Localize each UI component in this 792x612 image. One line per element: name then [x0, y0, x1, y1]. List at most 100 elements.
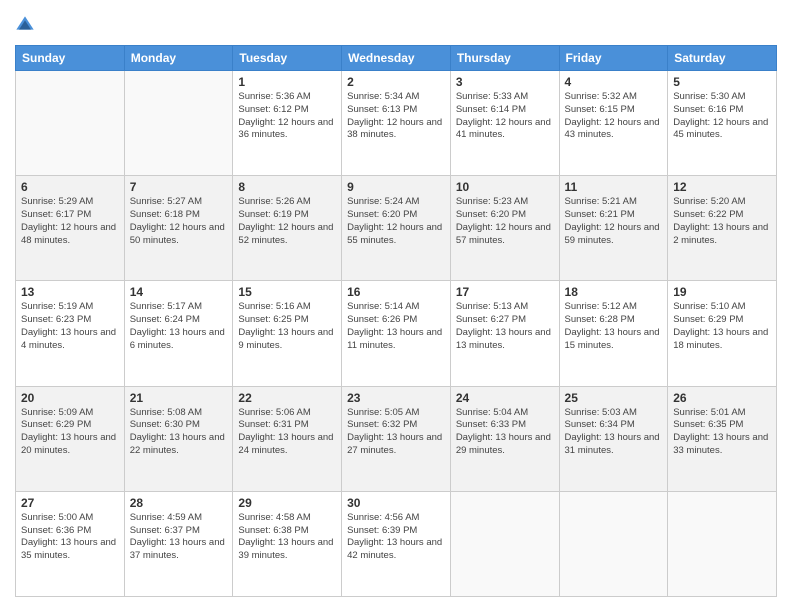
calendar-cell	[124, 71, 233, 176]
day-info: Sunrise: 5:36 AM Sunset: 6:12 PM Dayligh…	[238, 91, 336, 142]
day-info: Sunrise: 5:19 AM Sunset: 6:23 PM Dayligh…	[21, 301, 119, 352]
day-number: 22	[238, 391, 336, 405]
calendar-cell: 14Sunrise: 5:17 AM Sunset: 6:24 PM Dayli…	[124, 281, 233, 386]
day-number: 21	[130, 391, 228, 405]
day-info: Sunrise: 5:30 AM Sunset: 6:16 PM Dayligh…	[673, 91, 771, 142]
day-info: Sunrise: 5:14 AM Sunset: 6:26 PM Dayligh…	[347, 301, 445, 352]
day-info: Sunrise: 5:12 AM Sunset: 6:28 PM Dayligh…	[565, 301, 663, 352]
calendar-cell: 5Sunrise: 5:30 AM Sunset: 6:16 PM Daylig…	[668, 71, 777, 176]
calendar-week-row: 27Sunrise: 5:00 AM Sunset: 6:36 PM Dayli…	[16, 491, 777, 596]
day-number: 12	[673, 180, 771, 194]
calendar-cell: 6 Sunrise: 5:29 AM Sunset: 6:17 PM Daylig…	[16, 176, 125, 281]
column-header-saturday: Saturday	[668, 46, 777, 71]
day-info: Sunrise: 5:17 AM Sunset: 6:24 PM Dayligh…	[130, 301, 228, 352]
day-number: 28	[130, 496, 228, 510]
page: SundayMondayTuesdayWednesdayThursdayFrid…	[0, 0, 792, 612]
day-info: Sunrise: 4:58 AM Sunset: 6:38 PM Dayligh…	[238, 512, 336, 563]
header	[15, 15, 777, 35]
calendar-cell: 25 Sunrise: 5:03 AM Sunset: 6:34 PM Dayli…	[559, 386, 668, 491]
calendar-week-row: 6 Sunrise: 5:29 AM Sunset: 6:17 PM Daylig…	[16, 176, 777, 281]
calendar-cell: 23 Sunrise: 5:05 AM Sunset: 6:32 PM Dayli…	[342, 386, 451, 491]
calendar-cell: 27Sunrise: 5:00 AM Sunset: 6:36 PM Dayli…	[16, 491, 125, 596]
day-number: 24	[456, 391, 554, 405]
day-info: Sunrise: 5:08 AM Sunset: 6:30 PM Dayligh…	[130, 407, 228, 458]
day-info: Sunrise: 5:04 AM Sunset: 6:33 PM Dayligh…	[456, 407, 554, 458]
calendar-cell: 11 Sunrise: 5:21 AM Sunset: 6:21 PM Dayli…	[559, 176, 668, 281]
calendar-cell: 20 Sunrise: 5:09 AM Sunset: 6:29 PM Dayli…	[16, 386, 125, 491]
day-info: Sunrise: 4:56 AM Sunset: 6:39 PM Dayligh…	[347, 512, 445, 563]
column-header-sunday: Sunday	[16, 46, 125, 71]
calendar-cell: 29Sunrise: 4:58 AM Sunset: 6:38 PM Dayli…	[233, 491, 342, 596]
day-number: 10	[456, 180, 554, 194]
day-number: 4	[565, 75, 663, 89]
day-info: Sunrise: 5:03 AM Sunset: 6:34 PM Dayligh…	[565, 407, 663, 458]
calendar-table: SundayMondayTuesdayWednesdayThursdayFrid…	[15, 45, 777, 597]
day-number: 3	[456, 75, 554, 89]
day-info: Sunrise: 5:33 AM Sunset: 6:14 PM Dayligh…	[456, 91, 554, 142]
calendar-cell	[16, 71, 125, 176]
day-number: 8	[238, 180, 336, 194]
calendar-cell: 13 Sunrise: 5:19 AM Sunset: 6:23 PM Dayli…	[16, 281, 125, 386]
calendar-week-row: 1 Sunrise: 5:36 AM Sunset: 6:12 PM Daylig…	[16, 71, 777, 176]
day-number: 1	[238, 75, 336, 89]
day-number: 25	[565, 391, 663, 405]
day-number: 26	[673, 391, 771, 405]
calendar-cell: 3 Sunrise: 5:33 AM Sunset: 6:14 PM Daylig…	[450, 71, 559, 176]
day-number: 19	[673, 285, 771, 299]
day-info: Sunrise: 5:26 AM Sunset: 6:19 PM Dayligh…	[238, 196, 336, 247]
calendar-cell: 1 Sunrise: 5:36 AM Sunset: 6:12 PM Daylig…	[233, 71, 342, 176]
column-header-friday: Friday	[559, 46, 668, 71]
calendar-cell: 12 Sunrise: 5:20 AM Sunset: 6:22 PM Dayli…	[668, 176, 777, 281]
calendar-cell: 7 Sunrise: 5:27 AM Sunset: 6:18 PM Daylig…	[124, 176, 233, 281]
calendar-cell: 18Sunrise: 5:12 AM Sunset: 6:28 PM Dayli…	[559, 281, 668, 386]
calendar-cell: 4 Sunrise: 5:32 AM Sunset: 6:15 PM Daylig…	[559, 71, 668, 176]
day-number: 27	[21, 496, 119, 510]
day-info: Sunrise: 5:32 AM Sunset: 6:15 PM Dayligh…	[565, 91, 663, 142]
calendar-cell	[559, 491, 668, 596]
day-number: 30	[347, 496, 445, 510]
calendar-header-row: SundayMondayTuesdayWednesdayThursdayFrid…	[16, 46, 777, 71]
day-info: Sunrise: 5:21 AM Sunset: 6:21 PM Dayligh…	[565, 196, 663, 247]
logo-icon	[15, 15, 35, 35]
calendar-cell: 28 Sunrise: 4:59 AM Sunset: 6:37 PM Dayli…	[124, 491, 233, 596]
day-number: 13	[21, 285, 119, 299]
day-info: Sunrise: 5:20 AM Sunset: 6:22 PM Dayligh…	[673, 196, 771, 247]
day-info: Sunrise: 5:23 AM Sunset: 6:20 PM Dayligh…	[456, 196, 554, 247]
day-info: Sunrise: 5:24 AM Sunset: 6:20 PM Dayligh…	[347, 196, 445, 247]
calendar-week-row: 13 Sunrise: 5:19 AM Sunset: 6:23 PM Dayli…	[16, 281, 777, 386]
calendar-cell: 8 Sunrise: 5:26 AM Sunset: 6:19 PM Daylig…	[233, 176, 342, 281]
column-header-wednesday: Wednesday	[342, 46, 451, 71]
day-number: 20	[21, 391, 119, 405]
calendar-cell: 2Sunrise: 5:34 AM Sunset: 6:13 PM Daylig…	[342, 71, 451, 176]
day-info: Sunrise: 4:59 AM Sunset: 6:37 PM Dayligh…	[130, 512, 228, 563]
calendar-cell: 30 Sunrise: 4:56 AM Sunset: 6:39 PM Dayli…	[342, 491, 451, 596]
day-info: Sunrise: 5:09 AM Sunset: 6:29 PM Dayligh…	[21, 407, 119, 458]
day-info: Sunrise: 5:01 AM Sunset: 6:35 PM Dayligh…	[673, 407, 771, 458]
day-number: 16	[347, 285, 445, 299]
day-info: Sunrise: 5:27 AM Sunset: 6:18 PM Dayligh…	[130, 196, 228, 247]
calendar-cell: 26 Sunrise: 5:01 AM Sunset: 6:35 PM Dayli…	[668, 386, 777, 491]
day-info: Sunrise: 5:13 AM Sunset: 6:27 PM Dayligh…	[456, 301, 554, 352]
day-number: 7	[130, 180, 228, 194]
day-info: Sunrise: 5:16 AM Sunset: 6:25 PM Dayligh…	[238, 301, 336, 352]
calendar-cell	[668, 491, 777, 596]
day-number: 23	[347, 391, 445, 405]
day-info: Sunrise: 5:10 AM Sunset: 6:29 PM Dayligh…	[673, 301, 771, 352]
calendar-cell: 21 Sunrise: 5:08 AM Sunset: 6:30 PM Dayli…	[124, 386, 233, 491]
day-number: 9	[347, 180, 445, 194]
day-number: 11	[565, 180, 663, 194]
day-number: 17	[456, 285, 554, 299]
calendar-cell: 24 Sunrise: 5:04 AM Sunset: 6:33 PM Dayli…	[450, 386, 559, 491]
column-header-monday: Monday	[124, 46, 233, 71]
calendar-cell: 9 Sunrise: 5:24 AM Sunset: 6:20 PM Daylig…	[342, 176, 451, 281]
calendar-cell: 10 Sunrise: 5:23 AM Sunset: 6:20 PM Dayli…	[450, 176, 559, 281]
calendar-cell: 16 Sunrise: 5:14 AM Sunset: 6:26 PM Dayli…	[342, 281, 451, 386]
column-header-thursday: Thursday	[450, 46, 559, 71]
day-number: 6	[21, 180, 119, 194]
calendar-cell: 22Sunrise: 5:06 AM Sunset: 6:31 PM Dayli…	[233, 386, 342, 491]
day-number: 2	[347, 75, 445, 89]
day-info: Sunrise: 5:29 AM Sunset: 6:17 PM Dayligh…	[21, 196, 119, 247]
calendar-cell: 15 Sunrise: 5:16 AM Sunset: 6:25 PM Dayli…	[233, 281, 342, 386]
day-info: Sunrise: 5:05 AM Sunset: 6:32 PM Dayligh…	[347, 407, 445, 458]
day-number: 15	[238, 285, 336, 299]
